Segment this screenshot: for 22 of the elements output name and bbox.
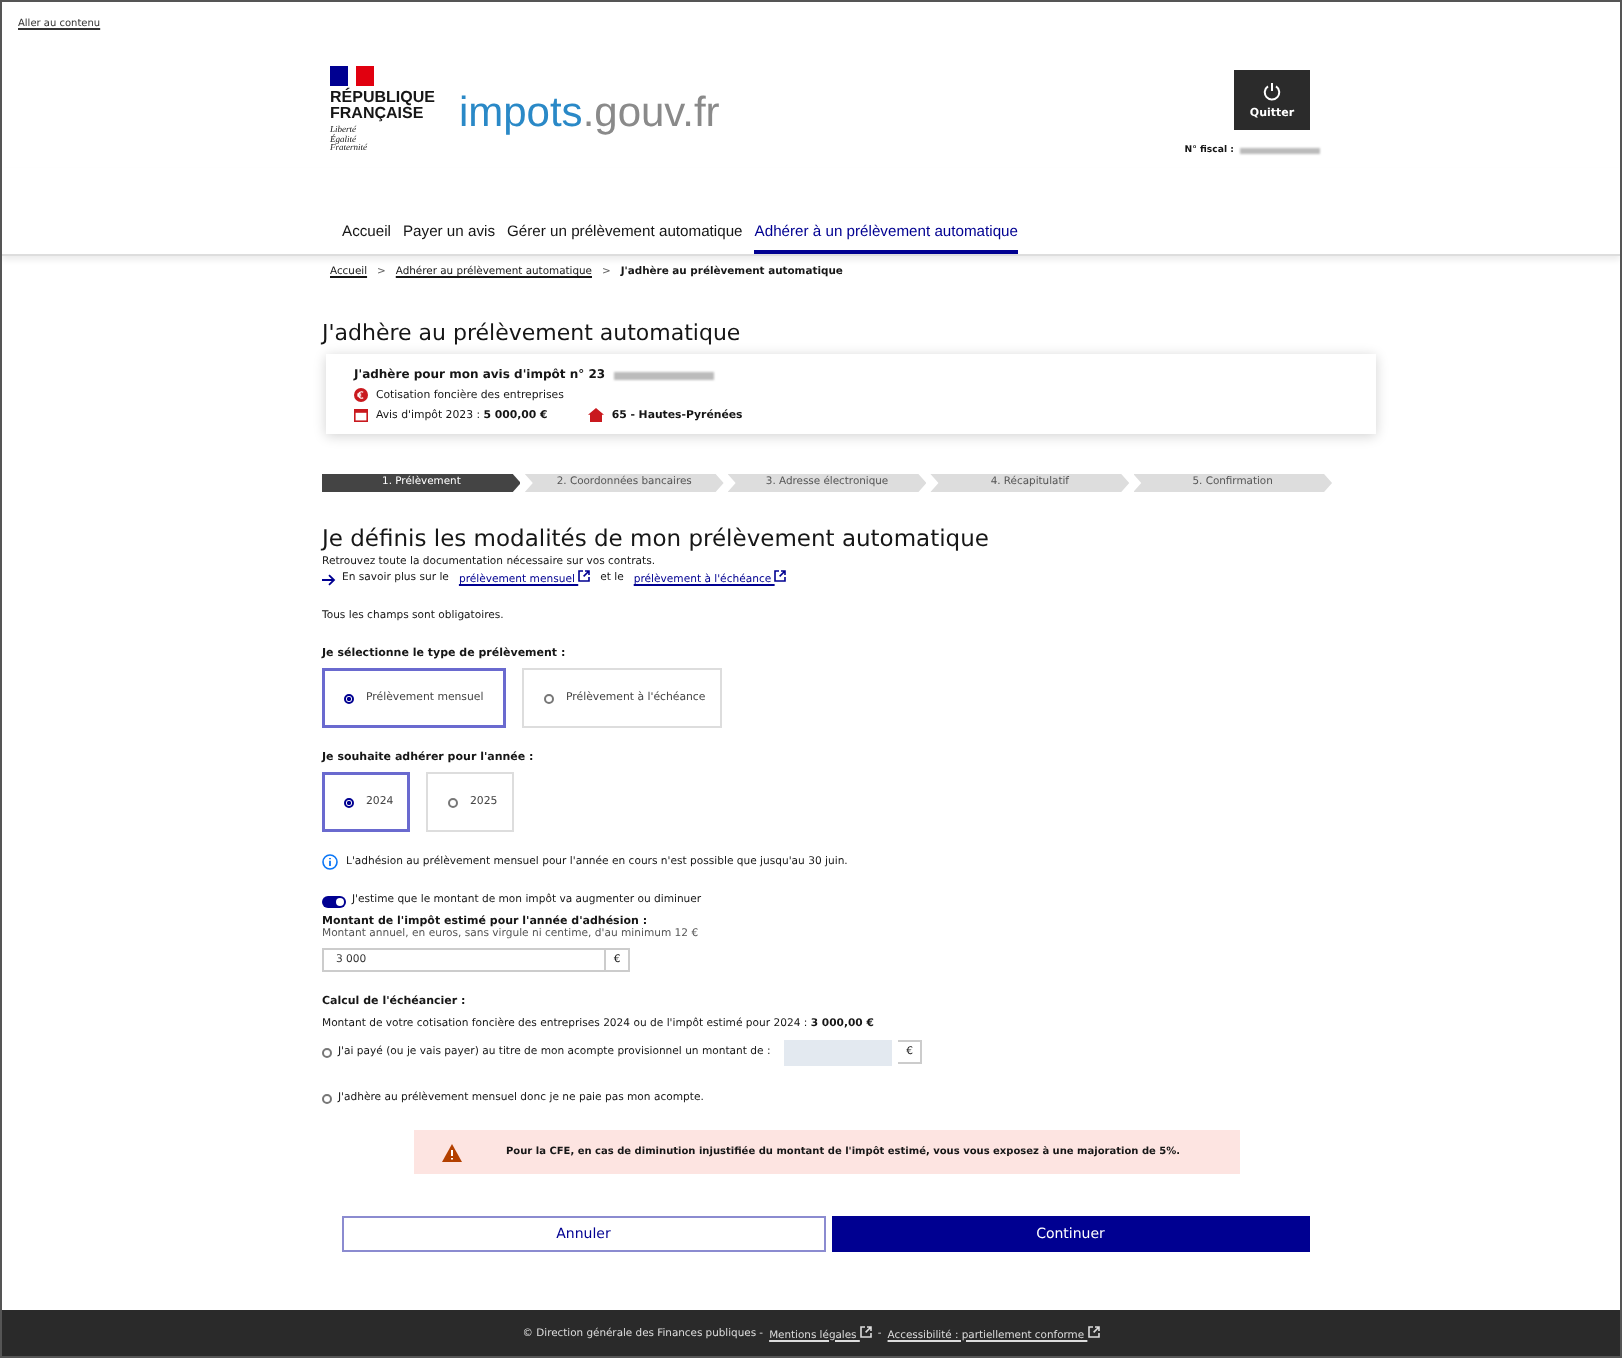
radio-button[interactable] — [322, 1093, 332, 1103]
site-logo[interactable]: impots.gouv.fr — [458, 82, 720, 138]
section-title: Je définis les modalités de mon prélèvement automatique — [322, 524, 991, 552]
page-title: J'adhère au prélèvement automatique — [322, 320, 743, 346]
blurred-number — [1240, 148, 1320, 154]
external-link-icon — [859, 1325, 872, 1337]
deposit-input[interactable] — [784, 1039, 893, 1065]
house-icon — [587, 408, 604, 422]
toggle-switch[interactable] — [322, 895, 346, 907]
radio-button[interactable] — [322, 1047, 332, 1057]
external-link-icon — [774, 570, 787, 582]
flag-icon — [330, 66, 374, 87]
warning-icon — [442, 1143, 462, 1161]
info-icon — [322, 854, 338, 870]
external-link-icon — [578, 570, 591, 582]
blurred-number — [613, 371, 714, 379]
power-icon — [1262, 81, 1282, 101]
euro-circle-icon — [354, 388, 368, 402]
calendar-icon — [354, 408, 368, 422]
arrow-right-icon — [322, 573, 336, 585]
external-link-icon — [1087, 1325, 1100, 1337]
republic-name: RÉPUBLIQUE FRANÇAISE — [330, 90, 435, 123]
